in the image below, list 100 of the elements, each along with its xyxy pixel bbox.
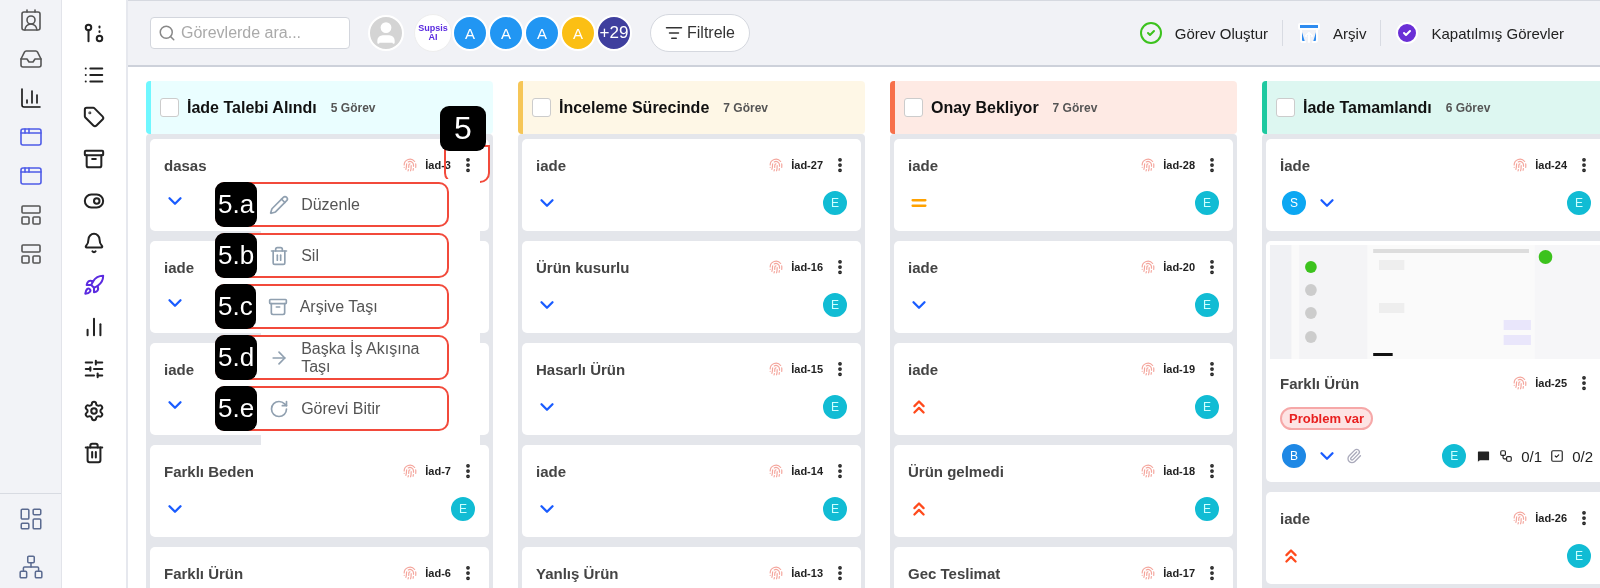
task-title: Ürün gelmedi <box>908 462 1004 480</box>
task-id: İad-18 <box>1163 465 1195 477</box>
trash-icon[interactable] <box>83 442 105 464</box>
checkbox[interactable] <box>904 98 923 117</box>
assignee-avatar: E <box>1193 393 1221 421</box>
task-title: Farklı Beden <box>164 462 255 480</box>
inbox-icon[interactable] <box>18 47 43 71</box>
checkbox[interactable] <box>532 98 551 117</box>
task-card[interactable]: Yanlış Ürün İad-13 <box>522 547 861 588</box>
hierarchy-icon[interactable] <box>17 554 44 580</box>
task-title: Gec Teslimat <box>908 564 1001 582</box>
checkbox[interactable] <box>1276 98 1295 117</box>
sliders-icon[interactable] <box>83 358 105 380</box>
fingerprint-icon <box>403 566 418 580</box>
fingerprint-icon <box>1141 362 1156 376</box>
fingerprint-icon <box>1141 260 1156 274</box>
fingerprint-icon <box>1141 158 1156 172</box>
task-card[interactable]: Gec Teslimat İad-17 <box>894 547 1233 588</box>
search-field[interactable]: Görevlerde ara... <box>150 17 350 49</box>
task-title: iade <box>536 462 566 480</box>
bell-icon[interactable] <box>83 232 105 254</box>
menu-item[interactable]: 5.d Başka İş Akışına Taşı <box>215 335 449 380</box>
assignee-avatar: E <box>1193 495 1221 523</box>
task-card[interactable]: iade İad-20 E <box>894 241 1233 333</box>
fingerprint-icon <box>769 260 784 274</box>
assignee-avatar: E <box>1565 189 1593 217</box>
tag-icon[interactable] <box>83 106 105 128</box>
layout-icon[interactable] <box>18 203 43 227</box>
fingerprint-icon <box>1141 566 1156 580</box>
menu-item-label: Başka İş Akışına Taşı <box>301 339 421 376</box>
task-card[interactable]: iade İad-19 E <box>894 343 1233 435</box>
task-card[interactable]: Farklı Ürün İad-25 Problem var B E 0/1 0/2 <box>1266 241 1600 482</box>
rocket-icon[interactable] <box>83 274 105 296</box>
task-count: 7 Görev <box>723 100 768 115</box>
task-id: İad-15 <box>791 363 823 375</box>
settings-icon[interactable] <box>83 400 105 422</box>
layout-icon[interactable] <box>17 506 44 532</box>
task-count: 7 Görev <box>1052 100 1098 115</box>
task-id: İad-19 <box>1163 363 1195 375</box>
task-card[interactable]: Farklı Ürün İad-6 <box>150 547 489 588</box>
task-card[interactable]: iade İad-28 E <box>894 139 1233 231</box>
window-icon[interactable] <box>18 125 43 149</box>
task-card[interactable]: Farklı Beden İad-7 E <box>150 445 489 537</box>
assignee-avatar: E <box>821 291 849 319</box>
task-count: 5 Görev <box>330 100 376 115</box>
archive-icon[interactable] <box>83 148 105 170</box>
workflow-edit-icon[interactable] <box>83 22 105 44</box>
fingerprint-icon <box>769 464 784 478</box>
more-members-count[interactable]: +29 <box>596 15 632 51</box>
assignee-avatar: E <box>1193 189 1221 217</box>
task-title: iade <box>908 360 938 378</box>
checkbox[interactable] <box>160 98 179 117</box>
filter-button[interactable]: Filtrele <box>650 14 750 52</box>
step-badge: 5.c <box>215 284 256 329</box>
task-card[interactable]: İade İad-24 S E <box>1266 139 1600 231</box>
menu-item-label: Arşive Taşı <box>299 297 379 316</box>
task-id: İad-28 <box>1163 159 1195 171</box>
task-card[interactable]: Ürün gelmedi İad-18 E <box>894 445 1233 537</box>
toolbar-button[interactable]: Kapatılmış Görevler <box>1381 21 1578 45</box>
task-id: İad-7 <box>425 465 451 477</box>
task-card[interactable]: iade İad-27 E <box>522 139 861 231</box>
task-title: Ürün kusurlu <box>536 258 630 276</box>
fingerprint-icon <box>1513 158 1528 172</box>
layout-icon[interactable] <box>18 242 43 266</box>
task-card[interactable]: iade İad-26 E <box>1266 492 1600 584</box>
step-badge: 5.b <box>215 233 258 278</box>
task-id: İad-6 <box>425 567 451 579</box>
task-card[interactable]: Ürün kusurlu İad-16 E <box>522 241 861 333</box>
pencil-icon <box>269 194 290 215</box>
task-title: İade <box>1280 156 1310 174</box>
task-card[interactable]: Hasarlı Ürün İad-15 E <box>522 343 861 435</box>
checklist-count: 0/2 <box>1572 447 1593 465</box>
archive-icon <box>267 296 288 317</box>
fingerprint-icon <box>1141 464 1156 478</box>
task-id: İad-14 <box>791 465 823 477</box>
task-card[interactable]: iade İad-14 E <box>522 445 861 537</box>
menu-item-label: Görevi Bitir <box>301 399 382 418</box>
menu-item[interactable]: 5.e Görevi Bitir <box>215 386 449 431</box>
toolbar-button[interactable]: Görev Oluştur <box>1124 21 1283 45</box>
menu-item[interactable]: 5.c Arşive Taşı <box>215 284 449 329</box>
brand-logo[interactable]: Supsis AI <box>414 14 452 52</box>
menu-item[interactable]: 5.b Sil <box>215 233 449 278</box>
task-id: İad-26 <box>1535 512 1567 524</box>
task-title: iade <box>164 258 194 276</box>
chart-icon[interactable] <box>18 86 43 110</box>
fingerprint-icon <box>769 566 784 580</box>
task-title: Yanlış Ürün <box>536 564 619 582</box>
task-id: İad-24 <box>1535 159 1567 171</box>
window-icon[interactable] <box>18 164 43 188</box>
task-id: İad-17 <box>1163 567 1195 579</box>
task-id: İad-16 <box>791 261 823 273</box>
search-icon <box>158 24 176 42</box>
assignee-avatar: E <box>821 495 849 523</box>
fingerprint-icon <box>403 158 418 172</box>
task-id: İad-20 <box>1163 261 1195 273</box>
contact-card-icon[interactable] <box>18 8 43 32</box>
user-avatar: S <box>1280 189 1308 217</box>
menu-item-label: Sil <box>301 246 320 265</box>
toolbar-button[interactable]: Arşiv <box>1283 21 1381 45</box>
menu-item[interactable]: 5.a Düzenle <box>215 182 449 227</box>
